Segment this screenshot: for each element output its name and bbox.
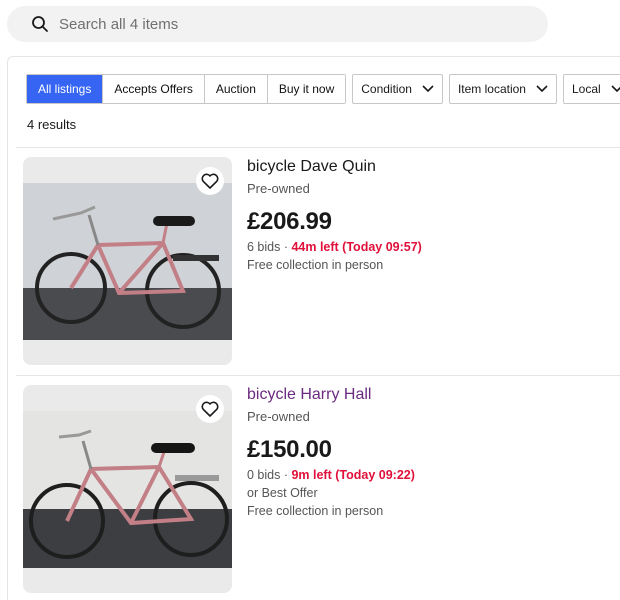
- heart-icon: [201, 401, 219, 417]
- search-icon: [32, 16, 48, 32]
- filter-accepts-offers[interactable]: Accepts Offers: [103, 75, 205, 103]
- listing-info: bicycle Dave Quin Pre-owned £206.99 6 bi…: [247, 157, 607, 274]
- bicycle-photo: [23, 183, 232, 340]
- divider: [16, 375, 620, 376]
- delivery-info: Free collection in person: [247, 258, 384, 272]
- filter-bar: All listings Accepts Offers Auction Buy …: [26, 74, 620, 104]
- listing-bid-info: 6 bids · 44m left (Today 09:57): [247, 239, 607, 256]
- local-dropdown[interactable]: Local: [562, 74, 620, 104]
- time-left: 9m left (Today 09:22): [291, 468, 415, 482]
- divider: [16, 147, 620, 148]
- watch-heart-button[interactable]: [196, 167, 224, 195]
- delivery-info: Free collection in person: [247, 504, 384, 518]
- listing-title-link[interactable]: bicycle Dave Quin: [247, 157, 607, 177]
- time-left: 44m left (Today 09:57): [291, 240, 422, 254]
- chevron-down-icon: [536, 85, 548, 93]
- listing-price: £150.00: [247, 436, 332, 463]
- bicycle-photo: [23, 411, 232, 568]
- filter-auction[interactable]: Auction: [204, 75, 268, 103]
- local-dropdown-label: Local: [571, 82, 601, 96]
- results-count: 4 results: [27, 117, 77, 132]
- search-input[interactable]: [59, 12, 529, 36]
- condition-dropdown[interactable]: Condition: [352, 74, 443, 104]
- listing-image[interactable]: [23, 157, 232, 365]
- listing-title-link[interactable]: bicycle Harry Hall: [247, 385, 607, 405]
- condition-dropdown-label: Condition: [361, 82, 412, 96]
- item-location-dropdown[interactable]: Item location: [448, 74, 557, 104]
- filter-all-listings[interactable]: All listings: [27, 75, 104, 103]
- listing-bid-info: 0 bids · 9m left (Today 09:22): [247, 467, 607, 484]
- chevron-down-icon: [422, 85, 434, 93]
- item-location-dropdown-label: Item location: [457, 82, 526, 96]
- bid-count: 0 bids: [247, 468, 281, 482]
- listing-condition: Pre-owned: [247, 409, 310, 424]
- listing-price: £206.99: [247, 208, 332, 235]
- best-offer-info: or Best Offer: [247, 486, 318, 500]
- listing-image[interactable]: [23, 385, 232, 593]
- separator: ·: [280, 240, 292, 254]
- listing-type-segmented-control: All listings Accepts Offers Auction Buy …: [26, 74, 347, 104]
- heart-icon: [201, 173, 219, 189]
- search-bar[interactable]: [7, 6, 548, 42]
- bid-count: 6 bids: [247, 240, 281, 254]
- separator: ·: [280, 468, 292, 482]
- listing-condition: Pre-owned: [247, 181, 310, 196]
- listing-info: bicycle Harry Hall Pre-owned £150.00 0 b…: [247, 385, 607, 520]
- filter-buy-it-now[interactable]: Buy it now: [267, 75, 346, 103]
- watch-heart-button[interactable]: [196, 395, 224, 423]
- chevron-down-icon: [611, 85, 620, 93]
